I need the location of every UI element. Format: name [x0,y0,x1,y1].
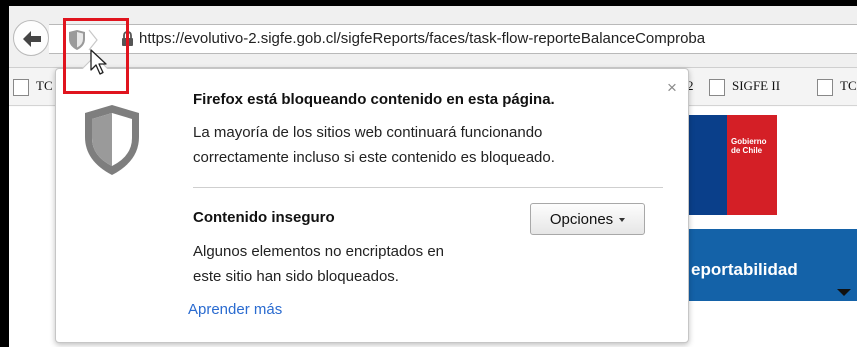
popup-description-line-1: La mayoría de los sitios web continuará … [193,124,543,141]
bookmark-item[interactable]: SIGFE II [709,78,780,98]
chevron-down-icon [837,289,851,296]
insecure-content-title: Contenido inseguro [193,209,335,226]
insecure-description-line-1: Algunos elementos no encriptados en [193,243,445,260]
page-icon [13,78,29,96]
bookmark-item[interactable]: TC [13,78,53,98]
back-button[interactable] [13,20,49,56]
popup-description-line-2: correctamente incluso si este contenido … [193,149,555,166]
reportabilidad-menu[interactable]: eportabilidad [681,229,857,301]
mixed-content-popup: × Firefox está bloqueando contenido en e… [55,55,689,343]
gobierno-de-chile-logo: Gobierno de Chile [689,115,777,215]
options-button[interactable]: Opciones [530,203,645,235]
cursor-icon [90,49,107,75]
url-text: https://evolutivo-2.sigfe.gob.cl/sigfeRe… [139,30,706,47]
url-bar[interactable]: https://evolutivo-2.sigfe.gob.cl/sigfeRe… [49,24,857,54]
bookmark-item[interactable]: TC [817,78,857,98]
page-icon [709,78,725,96]
logo-text: Gobierno de Chile [731,137,767,155]
insecure-description-line-2: este sitio han sido bloqueados. [193,268,399,285]
back-arrow-icon [23,31,41,47]
close-button[interactable]: × [667,79,677,96]
learn-more-link[interactable]: Aprender más [188,301,282,318]
page-icon [817,78,833,96]
navigation-toolbar: https://evolutivo-2.sigfe.gob.cl/sigfeRe… [9,6,857,68]
chevron-down-icon [619,217,626,222]
browser-window: https://evolutivo-2.sigfe.gob.cl/sigfeRe… [9,6,857,347]
shield-icon [85,105,139,175]
popup-title: Firefox está bloqueando contenido en est… [193,91,555,108]
reportabilidad-label: eportabilidad [691,260,798,279]
divider [193,187,663,188]
